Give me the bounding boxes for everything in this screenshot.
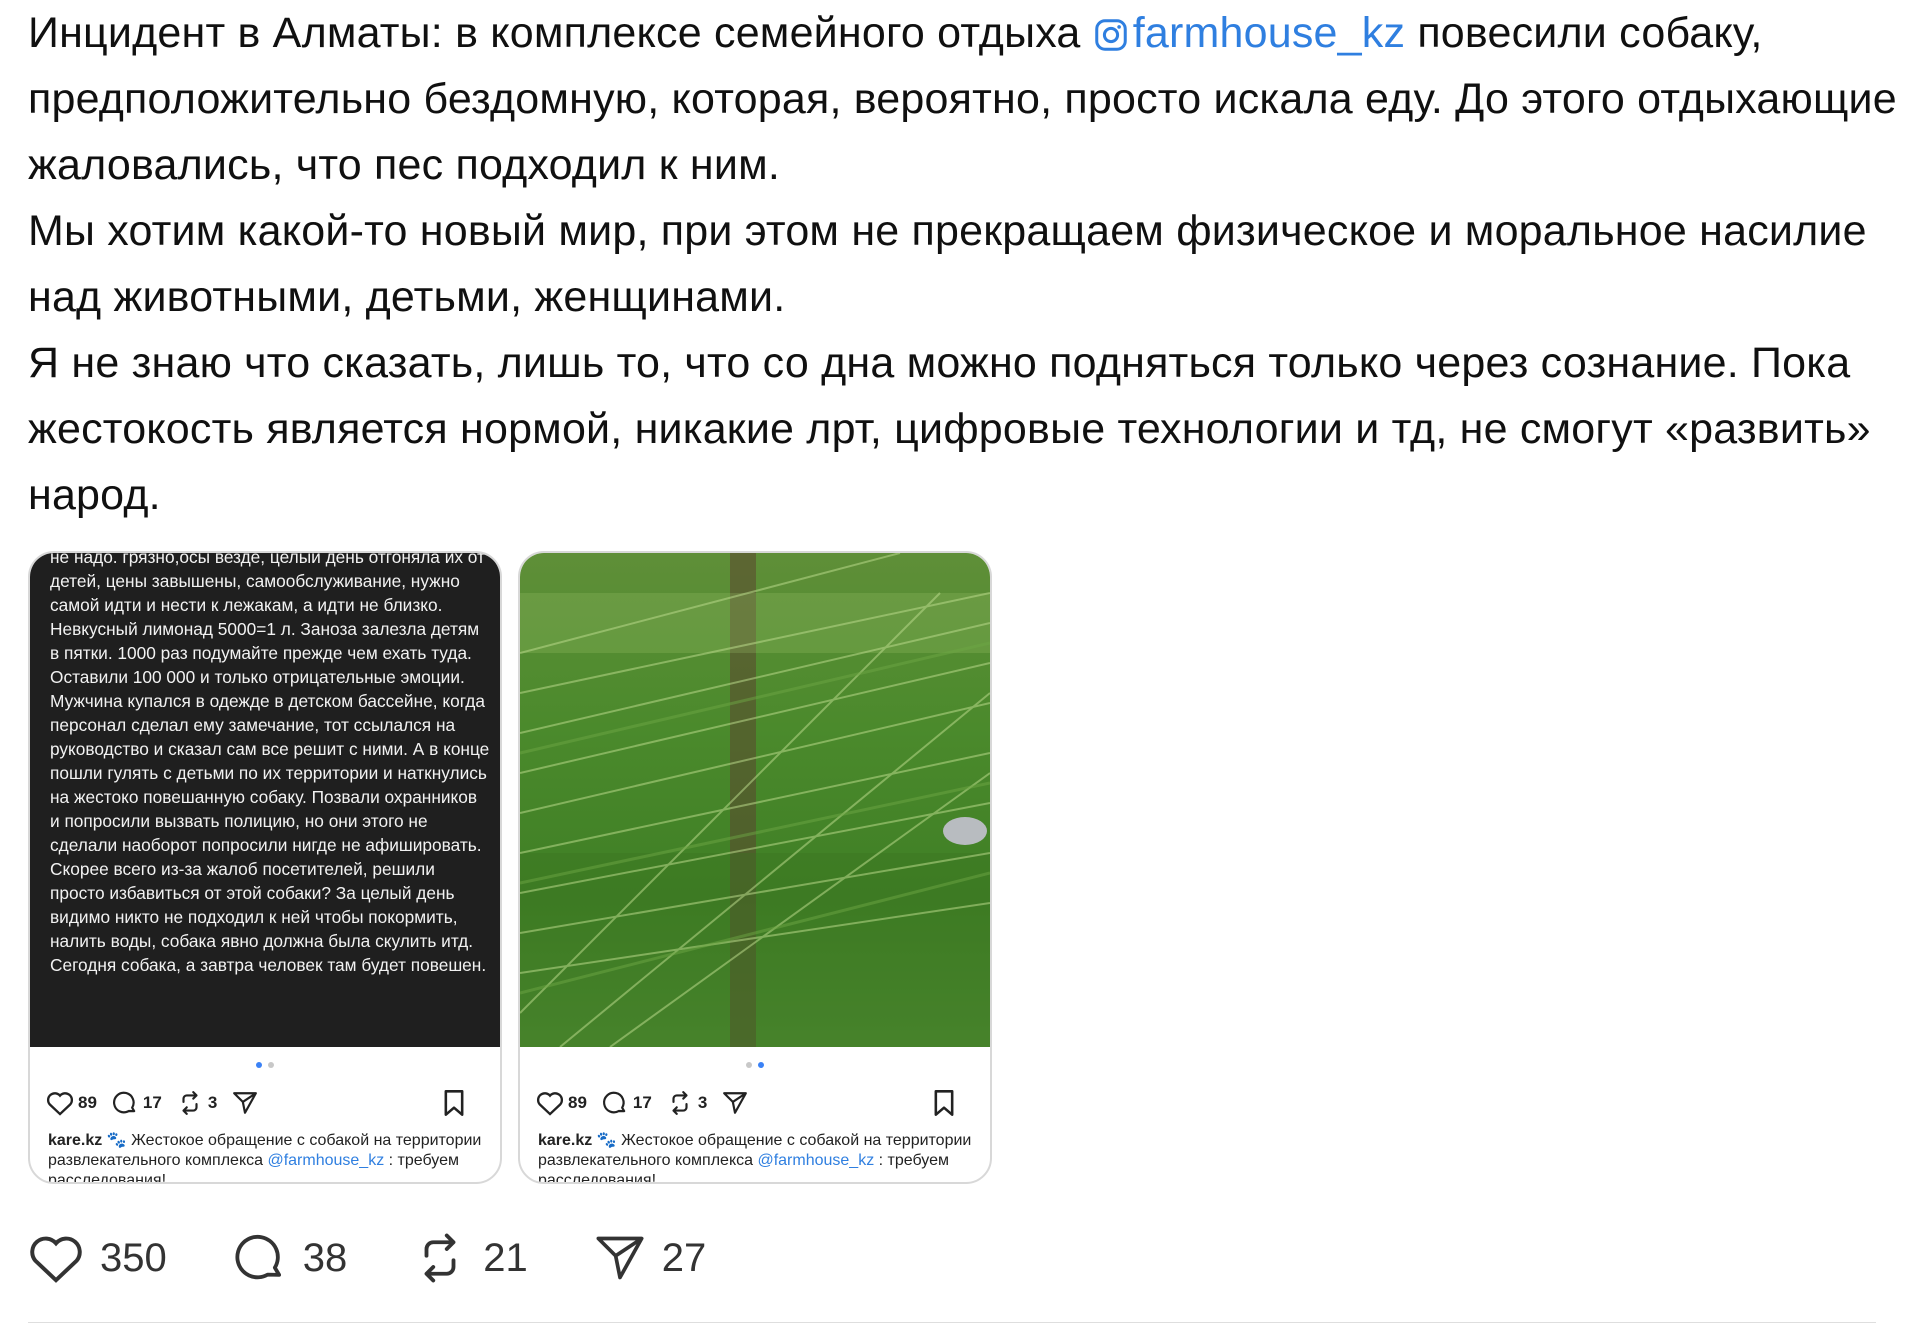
mini-repost-count: 3	[207, 1093, 218, 1112]
share-count: 27	[661, 1235, 707, 1280]
mention-link[interactable]: farmhouse_kz	[1093, 9, 1405, 57]
repost-button[interactable]: 21	[413, 1231, 528, 1285]
comment-icon	[235, 1234, 281, 1280]
post-paragraph-1: Инцидент в Алматы: в комплексе семейного…	[28, 0, 1908, 198]
share-button[interactable]: 27	[594, 1232, 707, 1284]
attached-image-1[interactable]: не надо. грязно,осы везде, целый день от…	[28, 551, 502, 1184]
share-icon	[596, 1236, 644, 1280]
mini-like-count: 89	[568, 1093, 587, 1112]
mini-bookmark	[932, 1089, 960, 1117]
heart-icon	[30, 1236, 82, 1283]
heart-icon	[536, 1092, 564, 1116]
obscured-photo	[520, 553, 990, 1048]
caption-user: kare.kz	[48, 1132, 103, 1149]
post-action-bar: 350 38 21 27	[28, 1228, 772, 1288]
repost-icon	[424, 1233, 456, 1283]
bookmark-icon	[934, 1090, 954, 1116]
caption-emoji: 🐾	[596, 1132, 617, 1149]
review-screenshot: не надо. грязно,осы везде, целый день от…	[30, 553, 500, 1047]
mini-action-bar: 89 17 3	[536, 1083, 974, 1123]
post-text: Инцидент в Алматы: в комплексе семейного…	[28, 0, 1908, 528]
post-paragraph-2: Мы хотим какой-то новый мир, при этом не…	[28, 207, 1867, 321]
photo-grass	[520, 553, 990, 1048]
mini-repost: 3	[666, 1090, 707, 1116]
caption-user: kare.kz	[538, 1132, 593, 1149]
mini-share	[231, 1090, 263, 1116]
share-icon	[723, 1092, 748, 1114]
share-icon	[233, 1092, 258, 1114]
instagram-icon	[1094, 19, 1127, 51]
mini-action-bar: 89 17 3	[46, 1083, 484, 1123]
mini-repost: 3	[176, 1090, 217, 1116]
comment-count: 38	[302, 1235, 348, 1280]
like-button[interactable]: 350	[28, 1232, 167, 1284]
comment-button[interactable]: 38	[233, 1231, 348, 1285]
like-count: 350	[100, 1235, 167, 1280]
mini-comment: 17	[111, 1090, 162, 1116]
mini-bookmark	[442, 1089, 470, 1117]
comment-icon	[602, 1091, 626, 1114]
repost-icon	[672, 1091, 688, 1115]
review-text: не надо. грязно,осы везде, целый день от…	[50, 551, 490, 975]
mention-handle[interactable]: farmhouse_kz	[1133, 9, 1405, 57]
repost-icon	[182, 1091, 198, 1115]
repost-count: 21	[483, 1235, 528, 1280]
comment-icon	[112, 1091, 136, 1114]
heart-icon	[46, 1092, 74, 1116]
caption-link: @farmhouse_kz	[757, 1152, 875, 1169]
mini-like-count: 89	[78, 1093, 97, 1112]
mini-comment-count: 17	[142, 1093, 162, 1112]
mini-comment: 17	[601, 1090, 652, 1116]
caption-link: @farmhouse_kz	[267, 1152, 385, 1169]
mini-caption: kare.kz 🐾 Жестокое обращение с собакой н…	[48, 1131, 486, 1182]
mini-like: 89	[46, 1090, 97, 1116]
attached-image-2[interactable]: 89 17 3 kare.kz 🐾 Жестокое обращение с с…	[518, 551, 992, 1184]
paragraph-1-start: Инцидент в Алматы: в комплексе семейного…	[28, 9, 1093, 57]
caption-emoji: 🐾	[106, 1132, 127, 1149]
mini-repost-count: 3	[697, 1093, 708, 1112]
post-paragraph-3: Я не знаю что сказать, лишь то, что со д…	[28, 339, 1871, 519]
carousel-dots	[30, 1062, 500, 1068]
mini-like: 89	[536, 1090, 587, 1116]
mini-share	[721, 1090, 753, 1116]
carousel-dots	[520, 1062, 990, 1068]
bookmark-icon	[444, 1090, 464, 1116]
mini-caption: kare.kz 🐾 Жестокое обращение с собакой н…	[538, 1131, 976, 1182]
mini-comment-count: 17	[632, 1093, 652, 1112]
